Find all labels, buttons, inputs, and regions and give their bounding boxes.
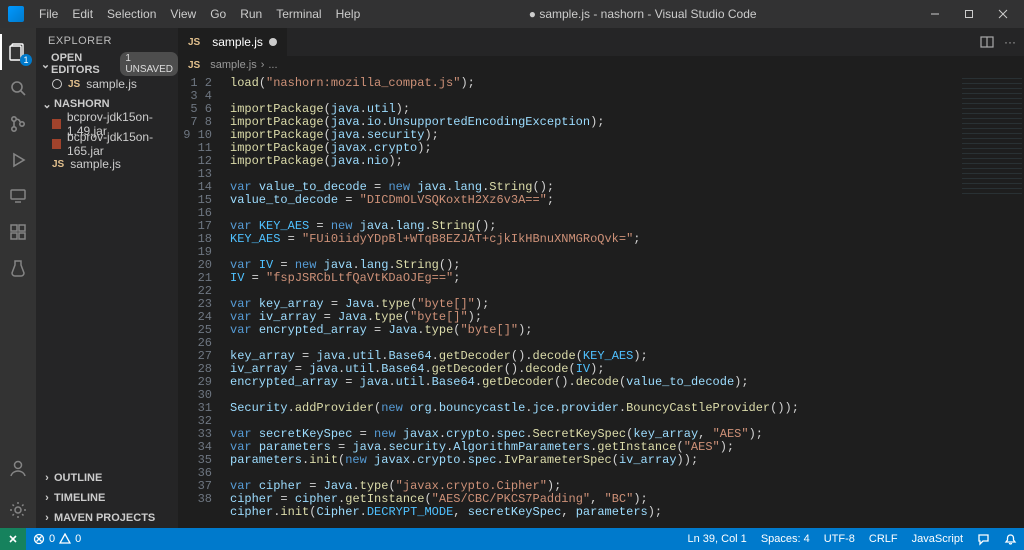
section-label: OUTLINE <box>54 472 102 484</box>
file-item[interactable]: bcprov-jdk15on-165.jar <box>36 134 178 154</box>
menu-file[interactable]: File <box>32 0 65 28</box>
line-number-gutter: 1 2 3 4 5 6 7 8 9 10 11 12 13 14 15 16 1… <box>178 74 220 528</box>
chevron-right-icon: › <box>40 492 54 504</box>
section-label: MAVEN PROJECTS <box>54 512 155 524</box>
js-file-icon: JS <box>52 159 64 170</box>
chevron-down-icon: ⌄ <box>40 98 54 111</box>
accounts-icon[interactable] <box>0 450 36 486</box>
tab-bar: JS sample.js ··· <box>178 28 1024 56</box>
run-debug-icon[interactable] <box>0 142 36 178</box>
chevron-down-icon: ⌄ <box>40 58 51 71</box>
more-actions-icon[interactable]: ··· <box>1004 35 1016 49</box>
unsaved-badge: 1 UNSAVED <box>120 52 178 76</box>
split-editor-icon[interactable] <box>980 35 994 49</box>
problems-indicator[interactable]: 0 0 <box>26 528 88 550</box>
notifications-icon[interactable] <box>997 528 1024 550</box>
unsaved-dot-icon <box>52 79 62 89</box>
file-label: bcprov-jdk15on-165.jar <box>67 130 178 158</box>
chevron-right-icon: › <box>40 472 54 484</box>
menu-terminal[interactable]: Terminal <box>269 0 328 28</box>
extensions-icon[interactable] <box>0 214 36 250</box>
folder-label: NASHORN <box>54 98 110 110</box>
chevron-right-icon: › <box>261 59 265 71</box>
settings-gear-icon[interactable] <box>0 492 36 528</box>
chevron-right-icon: › <box>40 512 54 524</box>
source-control-icon[interactable] <box>0 106 36 142</box>
section-maven-projects[interactable]: ›MAVEN PROJECTS <box>36 508 178 528</box>
search-icon[interactable] <box>0 70 36 106</box>
breadcrumb-file: sample.js <box>210 59 256 71</box>
menu-selection[interactable]: Selection <box>100 0 163 28</box>
js-file-icon: JS <box>188 60 200 71</box>
code-content[interactable]: load("nashorn:mozilla_compat.js"); impor… <box>220 74 1024 528</box>
code-editor[interactable]: 1 2 3 4 5 6 7 8 9 10 11 12 13 14 15 16 1… <box>178 74 1024 528</box>
sidebar-title: EXPLORER <box>36 28 178 54</box>
maximize-button[interactable] <box>952 0 986 28</box>
close-window-button[interactable] <box>986 0 1020 28</box>
tab-sample-js[interactable]: JS sample.js <box>178 28 287 56</box>
breadcrumb[interactable]: JS sample.js › ... <box>178 56 1024 74</box>
menu-help[interactable]: Help <box>329 0 368 28</box>
feedback-icon[interactable] <box>970 528 997 550</box>
open-editor-label: sample.js <box>86 77 137 91</box>
section-label: TIMELINE <box>54 492 105 504</box>
indentation[interactable]: Spaces: 4 <box>754 528 817 550</box>
remote-explorer-icon[interactable] <box>0 178 36 214</box>
cursor-position[interactable]: Ln 39, Col 1 <box>680 528 753 550</box>
minimap[interactable] <box>962 76 1022 196</box>
status-bar: 0 0 Ln 39, Col 1 Spaces: 4 UTF-8 CRLF Ja… <box>0 528 1024 550</box>
menu-view[interactable]: View <box>163 0 203 28</box>
window-title: ● sample.js - nashorn - Visual Studio Co… <box>367 7 918 21</box>
warning-count: 0 <box>75 533 81 545</box>
menu-edit[interactable]: Edit <box>65 0 100 28</box>
open-editors-section[interactable]: ⌄ OPEN EDITORS 1 UNSAVED <box>36 54 178 74</box>
activity-bar: 1 <box>0 28 36 528</box>
unsaved-dot-icon <box>269 38 277 46</box>
open-editor-item[interactable]: JS sample.js <box>36 74 178 94</box>
remote-indicator[interactable] <box>0 528 26 550</box>
js-file-icon: JS <box>188 37 200 48</box>
section-timeline[interactable]: ›TIMELINE <box>36 488 178 508</box>
breadcrumb-more: ... <box>268 59 277 71</box>
js-file-icon: JS <box>68 79 80 90</box>
file-label: sample.js <box>70 157 121 171</box>
error-count: 0 <box>49 533 55 545</box>
section-outline[interactable]: ›OUTLINE <box>36 468 178 488</box>
sidebar: EXPLORER ⌄ OPEN EDITORS 1 UNSAVED JS samp… <box>36 28 178 528</box>
encoding[interactable]: UTF-8 <box>817 528 862 550</box>
jar-file-icon <box>52 119 61 129</box>
tab-label: sample.js <box>212 35 263 49</box>
testing-icon[interactable] <box>0 250 36 286</box>
editor-area: JS sample.js ··· JS sample.js › ... 1 2 … <box>178 28 1024 528</box>
menu-run[interactable]: Run <box>233 0 269 28</box>
minimize-button[interactable] <box>918 0 952 28</box>
jar-file-icon <box>52 139 61 149</box>
vscode-icon <box>8 6 24 22</box>
eol[interactable]: CRLF <box>862 528 905 550</box>
title-bar: FileEditSelectionViewGoRunTerminalHelp ●… <box>0 0 1024 28</box>
explorer-icon[interactable]: 1 <box>0 34 36 70</box>
menu-go[interactable]: Go <box>203 0 233 28</box>
language-mode[interactable]: JavaScript <box>905 528 970 550</box>
open-editors-label: OPEN EDITORS <box>51 52 116 76</box>
